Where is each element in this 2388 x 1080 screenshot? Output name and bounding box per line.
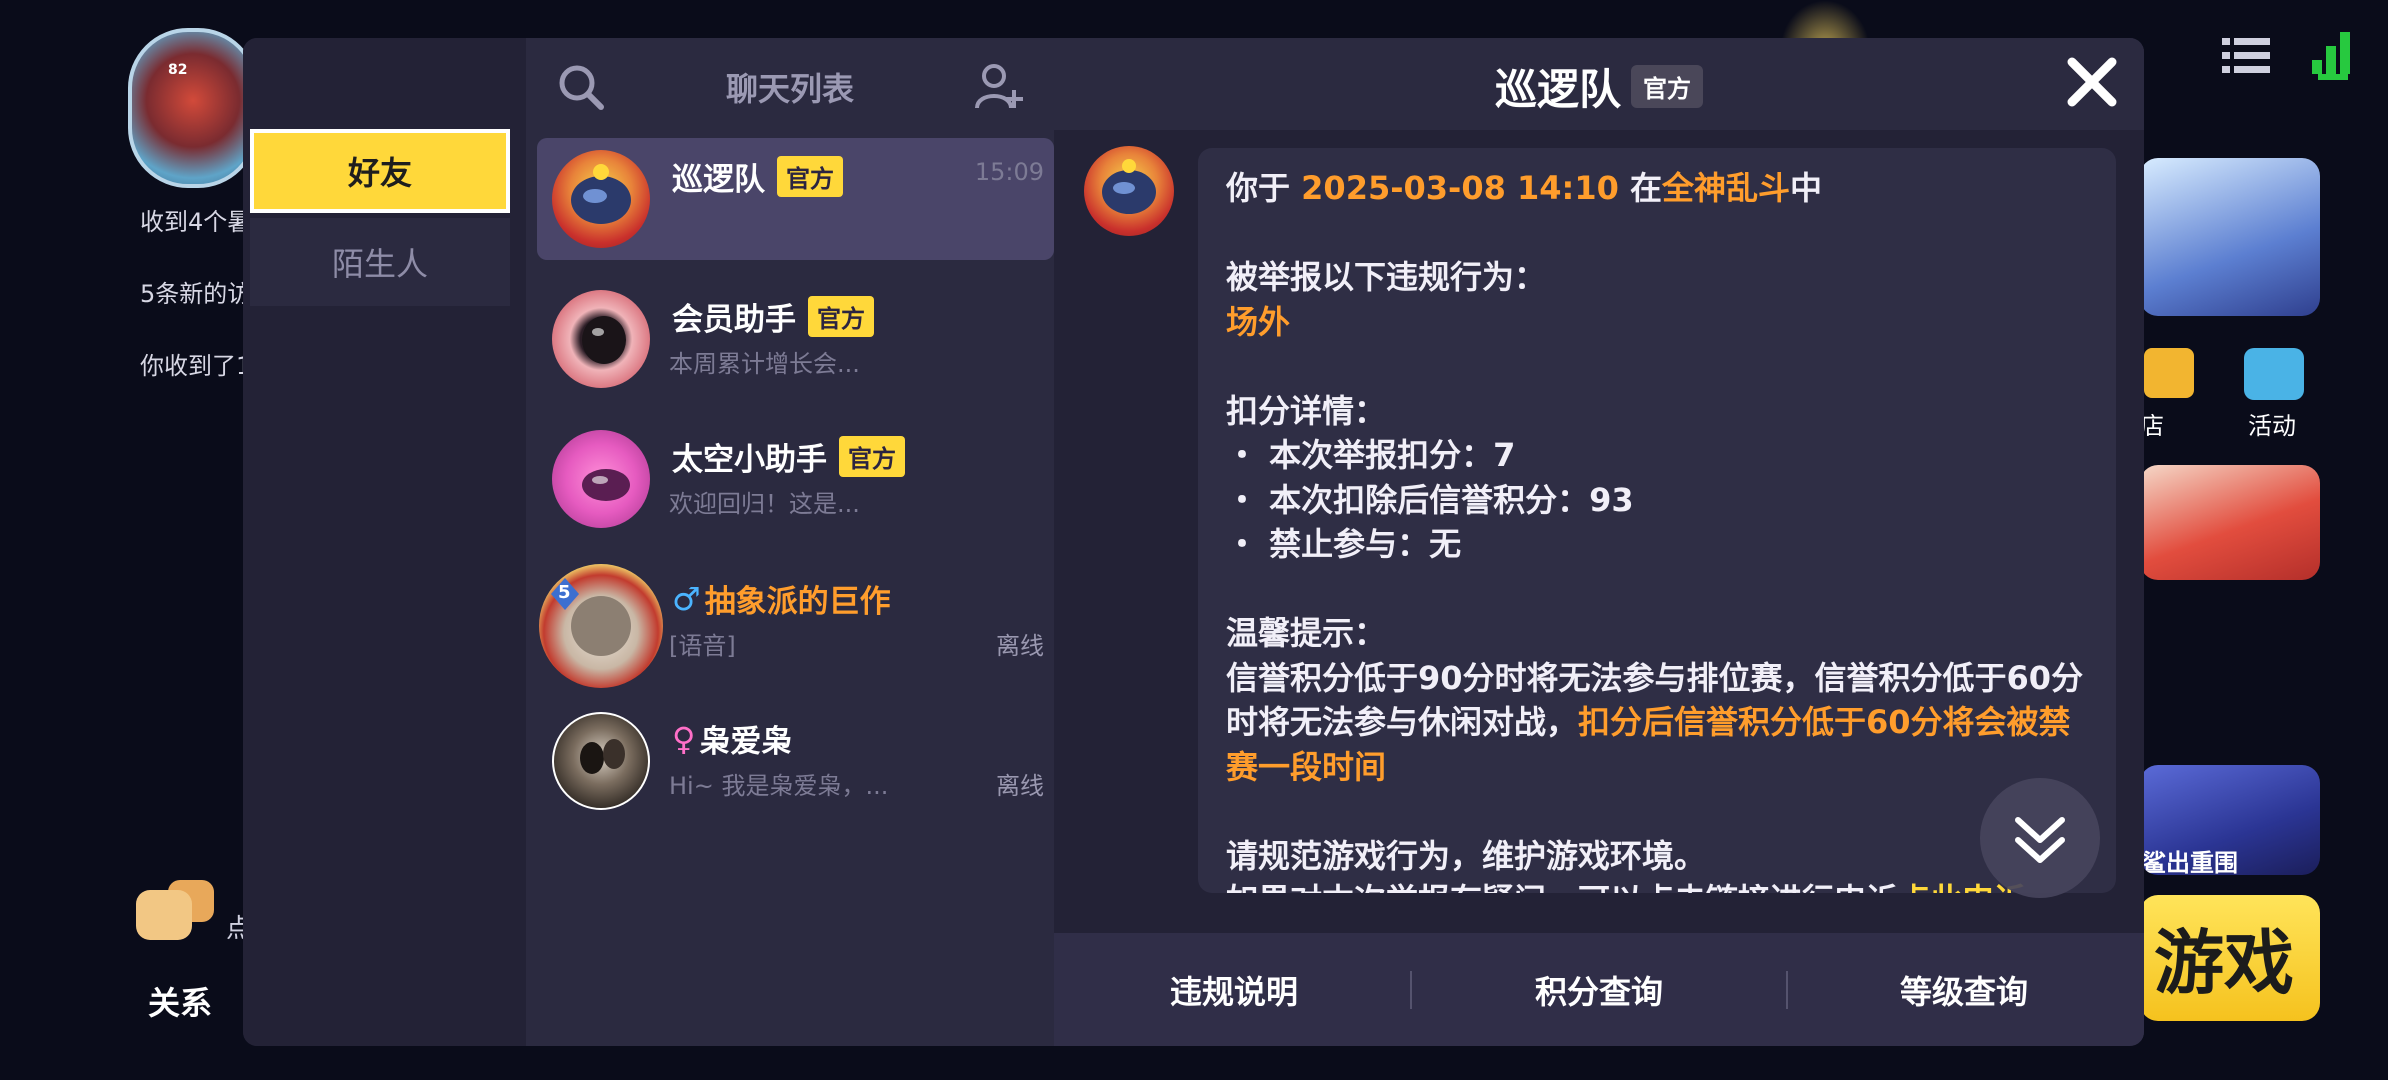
scroll-to-bottom-button[interactable] [1980, 778, 2100, 898]
chat-item-patrol[interactable]: 巡逻队 官方 15:09 [537, 138, 1054, 260]
violation-type: 场外 [1226, 302, 1291, 341]
tip-label: 温馨提示： [1226, 614, 1387, 652]
close-icon[interactable] [2062, 52, 2122, 112]
online-status: 离线 [996, 632, 1044, 660]
chat-item-member-assistant[interactable]: 会员助手 官方 本周累计增长会... [537, 278, 1054, 400]
activity-label: 活动 [2248, 412, 2296, 440]
avatar [552, 150, 650, 248]
event-banner[interactable] [2140, 158, 2320, 316]
mode-card-label: 鲨出重围 [2142, 849, 2238, 875]
top-right-toolbar [2222, 30, 2352, 82]
start-game-button[interactable]: 游戏 [2140, 895, 2320, 1021]
notice-2[interactable]: 5条新的访 [140, 274, 251, 309]
chat-item-name: 会员助手 官方 [672, 294, 874, 339]
add-friend-icon[interactable] [974, 62, 1024, 112]
level-badge: 5 [558, 582, 571, 603]
official-badge: 官方 [839, 436, 905, 477]
contact-name: 巡逻队 [672, 162, 765, 198]
player-avatar[interactable]: 82 [128, 28, 258, 188]
avatar [552, 712, 650, 810]
avatar [552, 290, 650, 388]
chat-item-name: ♂ 抽象派的巨作 [672, 576, 891, 621]
message-body: 你于 2025-03-08 14:10 在全神乱斗中 被举报以下违规行为： 场外… [1226, 166, 2096, 893]
start-game-label: 游戏 [2154, 922, 2294, 1004]
activity-icon[interactable] [2244, 348, 2304, 400]
pink-robot-icon [582, 469, 630, 501]
relation-label: 关系 [148, 984, 213, 1022]
message-time: 15:09 [974, 158, 1044, 186]
chat-item-name: 巡逻队 官方 [672, 154, 843, 199]
contact-name: 枭爱枭 [699, 724, 793, 760]
store-icon[interactable] [2144, 348, 2194, 398]
regulate-text: 请规范游戏行为，维护游戏环境。 [1226, 836, 1707, 875]
deduction-label: 扣分详情： [1226, 391, 1387, 430]
chat-item-name: 太空小助手 官方 [672, 434, 905, 479]
text: 在 [1618, 169, 1662, 207]
official-badge: 官方 [808, 296, 874, 337]
text: 你于 [1226, 169, 1302, 207]
message-preview: Hi~ 我是枭爱枭，... [669, 772, 889, 800]
text: 中 [1790, 169, 1823, 207]
chat-detail: 巡逻队 官方 你于 2025-03-08 14:10 在全神乱斗中 被举报以下违… [1054, 38, 2144, 1046]
chat-list: 聊天列表 巡逻队 官方 15:09 会员助手 官方 本周累计增长会... 太空小… [526, 38, 1054, 1046]
message-line-1: 你于 2025-03-08 14:10 在全神乱斗中 [1226, 166, 2096, 211]
player-level: 82 [168, 62, 188, 78]
shortcut-icons: 店 活动 [2140, 348, 2330, 440]
chat-item-space-assistant[interactable]: 太空小助手 官方 欢迎回归！这是... [537, 418, 1054, 540]
astronaut-icon [571, 164, 631, 224]
divider [1410, 971, 1412, 1009]
reported-label: 被举报以下违规行为： [1226, 258, 1547, 296]
chat-sidebar: 好友 陌生人 [243, 38, 526, 1046]
ban-status: ・ 禁止参与：无 [1226, 525, 1462, 563]
chat-footer: 违规说明 积分查询 等级查询 [1054, 933, 2144, 1046]
notice-3[interactable]: 你收到了1 [140, 346, 251, 381]
tip-text: 信誉积分低于90分时将无法参与排位赛，信誉积分低于60分时将无法参与休闲对战，扣… [1226, 656, 2096, 790]
message-preview: [语音] [669, 632, 736, 660]
list-icon[interactable] [2222, 36, 2270, 76]
score-query-button[interactable]: 积分查询 [1419, 933, 1779, 1046]
online-status: 离线 [996, 772, 1044, 800]
contact-name: 太空小助手 [672, 442, 827, 478]
chat-item-abstract[interactable]: 5 ♂ 抽象派的巨作 [语音] 离线 [537, 560, 1054, 688]
astronaut-icon [1102, 159, 1156, 214]
appeal-text: 如果对本次举报有疑问，可以点击链接进行申诉点此申诉 [1226, 878, 2096, 893]
message-preview: 欢迎回归！这是... [669, 490, 860, 518]
avatar: 5 [539, 564, 663, 688]
sender-avatar[interactable] [1084, 146, 1174, 236]
violation-rules-button[interactable]: 违规说明 [1054, 933, 1414, 1046]
tab-friends[interactable]: 好友 [250, 129, 510, 213]
game-mode: 全神乱斗 [1662, 169, 1791, 207]
deduction-points: ・ 本次举报扣分：7 [1226, 436, 1516, 474]
chat-item-name: ♀ 枭爱枭 [672, 716, 792, 761]
promo-banner[interactable] [2140, 465, 2320, 580]
message-preview: 本周累计增长会... [669, 350, 860, 378]
credit-score: ・ 本次扣除后信誉积分：93 [1226, 480, 1634, 519]
appeal-prompt: 如果对本次举报有疑问，可以点击链接进行申诉 [1226, 881, 1898, 893]
level-query-button[interactable]: 等级查询 [1784, 933, 2144, 1046]
notice-1[interactable]: 收到4个暑 [140, 202, 251, 237]
couple-photo-icon [580, 739, 625, 774]
contact-name: 抽象派的巨作 [704, 584, 891, 620]
violation-time: 2025-03-08 14:10 [1301, 169, 1619, 207]
official-badge: 官方 [777, 156, 843, 197]
avatar [552, 430, 650, 528]
chat-header: 巡逻队 官方 [1054, 38, 2144, 130]
female-icon: ♀ [672, 719, 696, 758]
contact-name: 会员助手 [672, 302, 796, 338]
helmet-icon [582, 316, 626, 364]
mode-card[interactable]: 鲨出重围 [2140, 765, 2320, 875]
double-chevron-down-icon [2015, 817, 2065, 863]
chat-title-text: 巡逻队 [1494, 65, 1621, 114]
chat-modal: 好友 陌生人 聊天列表 巡逻队 官方 15:09 会员助手 官方 本周累计增长会… [243, 38, 2144, 1046]
chat-title: 巡逻队 官方 [1054, 56, 2144, 117]
chat-list-header: 聊天列表 [526, 38, 1054, 134]
message-bubble: 你于 2025-03-08 14:10 在全神乱斗中 被举报以下违规行为： 场外… [1198, 148, 2116, 893]
relation-icon [136, 890, 192, 940]
tab-strangers[interactable]: 陌生人 [250, 218, 510, 306]
male-icon: ♂ [672, 579, 701, 618]
official-badge: 官方 [1631, 65, 1703, 108]
signal-icon [2312, 32, 2350, 80]
chat-item-xiao[interactable]: ♀ 枭爱枭 Hi~ 我是枭爱枭，... 离线 [537, 700, 1054, 822]
relation-button[interactable]: 关系 [130, 880, 230, 1022]
